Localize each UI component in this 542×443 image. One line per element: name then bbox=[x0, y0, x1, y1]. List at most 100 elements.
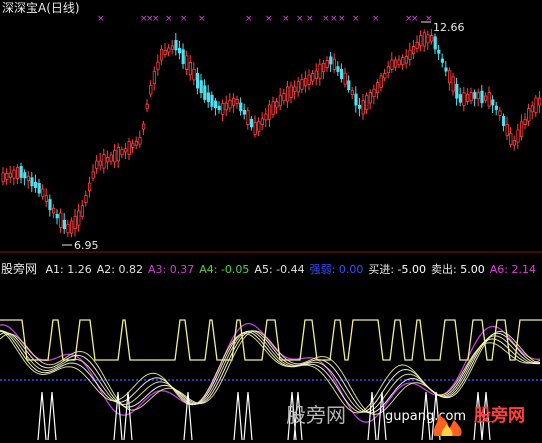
signal-mark: × bbox=[265, 14, 273, 24]
legend-item: 买进: -5.00 bbox=[368, 263, 426, 276]
candle-body bbox=[98, 160, 102, 166]
high-price-label: 12.66 bbox=[433, 21, 465, 34]
candle-body bbox=[282, 93, 286, 102]
signal-mark: × bbox=[198, 14, 206, 24]
candle-body bbox=[440, 58, 445, 63]
candle-body bbox=[113, 149, 117, 163]
legend-item: A1: 1.26 bbox=[46, 263, 92, 276]
candle-body bbox=[386, 66, 391, 74]
signal-mark: × bbox=[372, 14, 380, 24]
legend-key: A1: bbox=[45, 263, 64, 276]
candle-body bbox=[73, 216, 77, 229]
signal-mark: × bbox=[411, 14, 419, 24]
flame-logo-icon bbox=[430, 412, 470, 438]
candle-body bbox=[444, 67, 448, 72]
candle-body bbox=[289, 85, 293, 98]
legend-key: A4: bbox=[199, 263, 218, 276]
candle-body bbox=[368, 92, 373, 104]
candle-body bbox=[210, 94, 214, 107]
candle-body bbox=[422, 32, 427, 47]
osc-line-a6 bbox=[0, 322, 540, 423]
candle-body bbox=[156, 61, 160, 70]
candle-body bbox=[163, 49, 167, 55]
candle-body bbox=[483, 95, 488, 101]
candle-body bbox=[145, 103, 149, 109]
candle-body bbox=[48, 199, 52, 211]
candle-body bbox=[264, 113, 268, 121]
signal-spike bbox=[47, 391, 57, 441]
candle-body bbox=[451, 76, 455, 92]
candle-body bbox=[462, 92, 466, 106]
legend-value: 0.00 bbox=[335, 263, 364, 276]
candle-body bbox=[465, 93, 470, 102]
candle-body bbox=[491, 99, 495, 106]
signal-mark: × bbox=[352, 14, 360, 24]
candle-body bbox=[404, 55, 409, 64]
candle-body bbox=[192, 68, 196, 81]
legend-value: -0.05 bbox=[217, 263, 250, 276]
legend-key: A3: bbox=[147, 263, 167, 276]
period-label: (日线) bbox=[46, 1, 80, 15]
legend-item: A3: 0.37 bbox=[148, 263, 194, 276]
candle-body bbox=[221, 103, 225, 115]
candle-body bbox=[44, 195, 49, 202]
candle-body bbox=[84, 195, 88, 203]
signal-marks: × ××× × × × × × × × × × × × × × ×× × bbox=[97, 14, 433, 24]
candle-body bbox=[530, 105, 535, 113]
candle-body bbox=[350, 89, 355, 95]
candle-body bbox=[257, 121, 261, 132]
candle-body bbox=[505, 123, 509, 137]
candle-body bbox=[426, 34, 430, 44]
candle-body bbox=[473, 92, 477, 99]
candle-body bbox=[512, 140, 517, 146]
legend-item: A5: -0.44 bbox=[254, 263, 304, 276]
signal-mark: × bbox=[282, 14, 290, 24]
candle-body bbox=[23, 172, 27, 179]
candle-body bbox=[131, 143, 135, 148]
candle-body bbox=[361, 100, 365, 115]
signal-mark: × bbox=[296, 14, 304, 24]
candle-body bbox=[91, 171, 95, 179]
candle-body bbox=[447, 70, 452, 84]
candle-body bbox=[383, 73, 387, 79]
candle-body bbox=[30, 177, 34, 187]
candle-body bbox=[311, 73, 315, 82]
candle-body bbox=[34, 182, 38, 188]
signal-mark: × bbox=[322, 14, 330, 24]
candle-body bbox=[534, 97, 538, 113]
candle-body bbox=[339, 68, 344, 79]
candle-body bbox=[37, 183, 41, 194]
candle-body bbox=[206, 92, 210, 102]
candle-body bbox=[260, 118, 265, 126]
candle-body bbox=[300, 79, 304, 90]
candle-body bbox=[253, 122, 257, 135]
candle-body bbox=[329, 56, 333, 65]
candle-body bbox=[152, 71, 156, 85]
legend-value: 0.82 bbox=[114, 263, 143, 276]
candle-body bbox=[487, 92, 491, 107]
candle-body bbox=[285, 86, 290, 102]
candle-body bbox=[149, 84, 153, 95]
candle-body bbox=[501, 116, 506, 126]
candle-body bbox=[109, 154, 113, 162]
candle-body bbox=[401, 57, 405, 66]
candle-body bbox=[26, 175, 31, 182]
chart-canvas[interactable]: × ××× × × × × × × × × × × × × × ×× × bbox=[0, 0, 542, 443]
chart-title-bar: 深深宝A(日线) bbox=[2, 2, 80, 15]
legend-value: 0.37 bbox=[166, 263, 195, 276]
candle-body bbox=[1, 172, 5, 183]
legend-item: A4: -0.05 bbox=[199, 263, 249, 276]
candle-body bbox=[174, 39, 178, 51]
candle-body bbox=[52, 207, 56, 214]
candle-body bbox=[293, 86, 297, 92]
candle-body bbox=[203, 85, 207, 100]
candle-body bbox=[170, 45, 174, 50]
candle-body bbox=[12, 169, 16, 179]
candle-body bbox=[275, 101, 279, 108]
candle-body bbox=[181, 49, 185, 65]
signal-mark: × bbox=[165, 14, 173, 24]
candle-body bbox=[5, 172, 9, 180]
candle-body bbox=[379, 75, 383, 88]
candle-body bbox=[231, 97, 236, 106]
legend-value: -5.00 bbox=[394, 263, 427, 276]
